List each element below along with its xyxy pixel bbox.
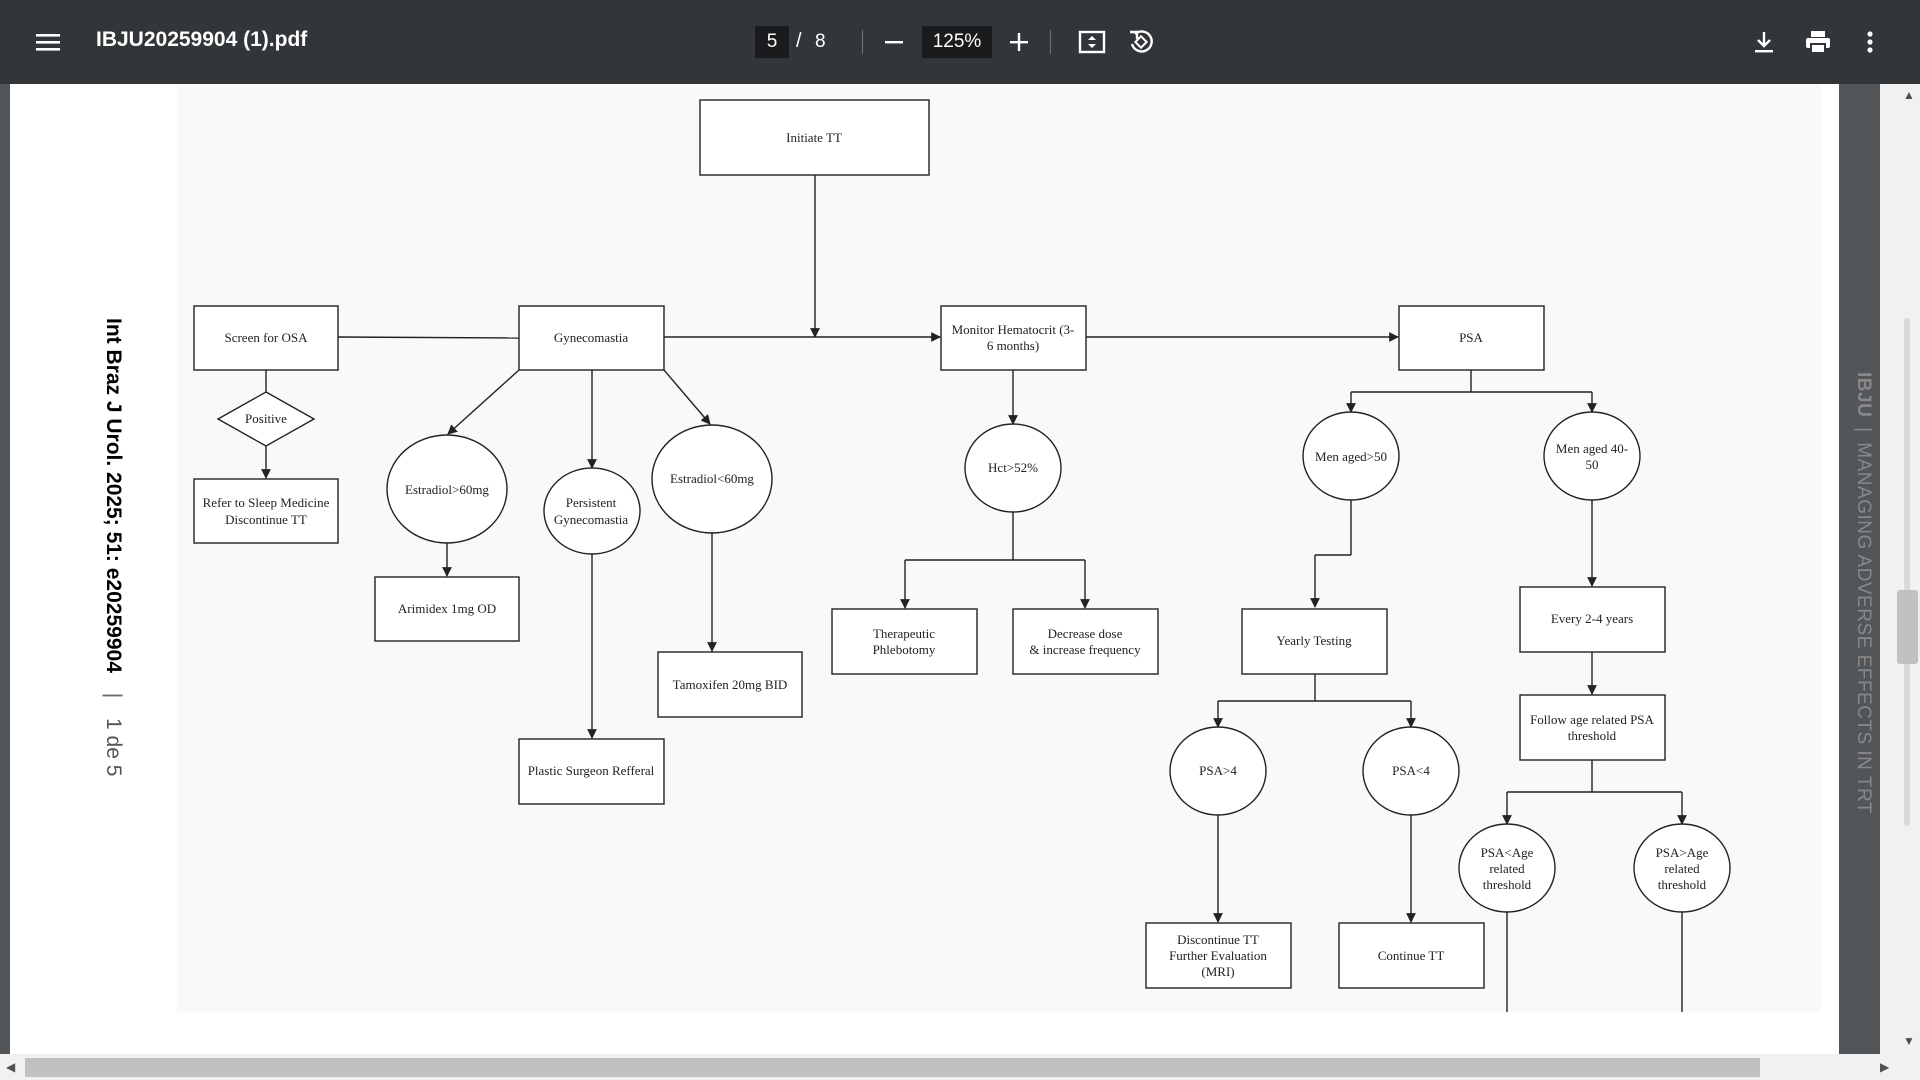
continue-tt-label: Continue TT <box>1378 948 1445 963</box>
toolbar-divider <box>1050 30 1051 54</box>
initiate-tt-label: Initiate TT <box>786 130 842 145</box>
flowchart-diagram: Initiate TT Screen for OSA Positive Refe… <box>193 99 1731 1012</box>
psa-label: PSA <box>1459 330 1483 345</box>
tamoxifen-label: Tamoxifen 20mg BID <box>673 677 788 692</box>
psa-lt-age-label: PSA<Age <box>1481 845 1534 860</box>
follow-psa-label: threshold <box>1568 728 1617 743</box>
psa-gt4-label: PSA>4 <box>1199 763 1237 778</box>
scroll-down-arrow-icon[interactable]: ▼ <box>1903 1034 1915 1048</box>
page-number-input[interactable]: 5 <box>755 26 789 58</box>
persistent-gyn-label: Gynecomastia <box>554 512 629 527</box>
gynecomastia-label: Gynecomastia <box>554 330 629 345</box>
viewer-toolbar: IBJU20259904 (1).pdf 5 / 8 125% <box>0 0 1920 84</box>
minus-icon[interactable] <box>870 18 918 66</box>
persistent-gyn-circle <box>543 467 641 555</box>
refer-sleep-box <box>193 478 339 544</box>
decrease-dose-label: & increase frequency <box>1029 642 1141 657</box>
psa-gt-age-label: threshold <box>1658 877 1707 892</box>
phlebotomy-label: Phlebotomy <box>873 642 936 657</box>
zoom-level-input[interactable]: 125% <box>922 26 992 58</box>
article-running-title: MANAGING ADVERSE EFFECTS IN TRT <box>1853 442 1874 814</box>
discontinue-tt-label: Discontinue TT <box>1177 932 1259 947</box>
print-icon[interactable] <box>1794 18 1842 66</box>
toolbar-divider <box>862 30 863 54</box>
plastic-surgeon-label: Plastic Surgeon Refferal <box>528 763 655 778</box>
hct-label: Hct>52% <box>988 460 1038 475</box>
vertical-scrollbar[interactable] <box>1880 84 1920 1054</box>
screen-osa-label: Screen for OSA <box>224 330 308 345</box>
refer-sleep-label: Refer to Sleep Medicine <box>203 495 330 510</box>
psa-lt4-label: PSA<4 <box>1392 763 1430 778</box>
estradiol-high-label: Estradiol>60mg <box>405 482 489 497</box>
plus-icon[interactable] <box>995 18 1043 66</box>
psa-lt-age-label: threshold <box>1483 877 1532 892</box>
scroll-left-arrow-icon[interactable]: ◀ <box>6 1060 15 1074</box>
psa-gt-age-label: related <box>1664 861 1700 876</box>
hamburger-menu-icon[interactable] <box>24 18 72 66</box>
refer-sleep-label: Discontinue TT <box>225 512 307 527</box>
document-title: IBJU20259904 (1).pdf <box>96 28 308 51</box>
discontinue-tt-label: (MRI) <box>1201 964 1234 979</box>
positive-label: Positive <box>245 411 287 426</box>
follow-psa-label: Follow age related PSA <box>1530 712 1654 727</box>
journal-brand: IBJU <box>1853 372 1874 418</box>
vertical-scroll-thumb[interactable] <box>1897 590 1918 664</box>
men-over-50-label: Men aged>50 <box>1315 449 1387 464</box>
fit-to-page-icon[interactable] <box>1068 18 1116 66</box>
estradiol-low-label: Estradiol<60mg <box>670 471 754 486</box>
men-40-50-label: 50 <box>1586 457 1599 472</box>
right-margin-header: IBJU | MANAGING ADVERSE EFFECTS IN TRT <box>1848 372 1874 814</box>
psa-gt-age-label: PSA>Age <box>1656 845 1709 860</box>
every-2-4-label: Every 2-4 years <box>1551 611 1633 626</box>
monitor-hct-label: Monitor Hematocrit (3- <box>952 322 1075 337</box>
scroll-right-arrow-icon[interactable]: ▶ <box>1880 1060 1889 1074</box>
scroll-up-arrow-icon[interactable]: ▲ <box>1903 88 1915 102</box>
rotate-icon[interactable] <box>1117 18 1165 66</box>
download-icon[interactable] <box>1740 18 1788 66</box>
discontinue-tt-label: Further Evaluation <box>1169 948 1267 963</box>
decrease-dose-label: Decrease dose <box>1048 626 1123 641</box>
yearly-testing-label: Yearly Testing <box>1276 633 1352 648</box>
phlebotomy-label: Therapeutic <box>873 626 935 641</box>
more-vert-icon[interactable] <box>1846 18 1894 66</box>
page-separator: / <box>796 30 802 52</box>
arimidex-label: Arimidex 1mg OD <box>398 601 496 616</box>
horizontal-scroll-thumb[interactable] <box>25 1058 1760 1077</box>
margin-separator: | <box>1853 427 1874 433</box>
total-pages: 8 <box>815 31 826 52</box>
men-40-50-circle <box>1543 411 1641 501</box>
persistent-gyn-label: Persistent <box>566 495 617 510</box>
monitor-hct-label: 6 months) <box>987 338 1039 353</box>
scroll-track <box>1904 318 1910 826</box>
men-40-50-label: Men aged 40- <box>1556 441 1628 456</box>
psa-lt-age-label: related <box>1489 861 1525 876</box>
